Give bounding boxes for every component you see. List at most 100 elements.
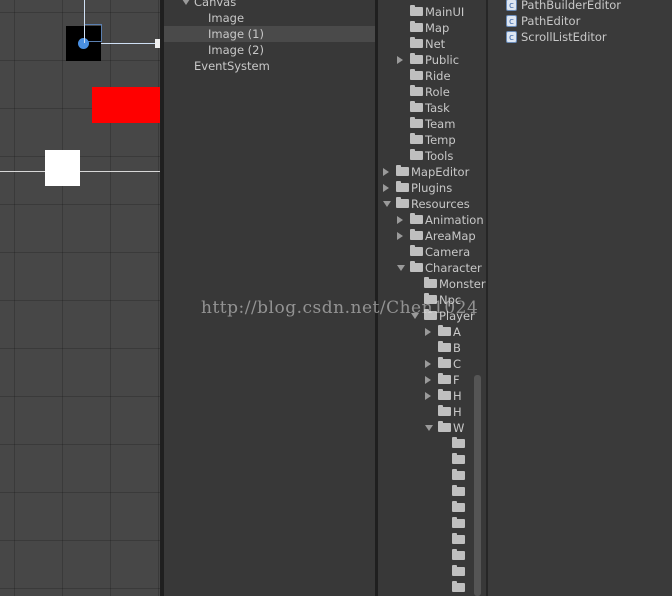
expand-arrow-icon[interactable] bbox=[425, 392, 431, 400]
anchor-line-h bbox=[101, 43, 158, 44]
folder-item[interactable]: Net bbox=[378, 36, 486, 52]
folder-item[interactable]: AreaMap bbox=[378, 228, 486, 244]
folder-item[interactable]: MapEditor bbox=[378, 164, 486, 180]
folder-item[interactable]: Camera bbox=[378, 244, 486, 260]
folder-item[interactable] bbox=[378, 580, 486, 596]
folder-icon bbox=[424, 277, 437, 288]
folder-item[interactable] bbox=[378, 532, 486, 548]
expand-arrow-icon[interactable] bbox=[383, 168, 389, 176]
asset-item[interactable]: ScrollListEditor bbox=[488, 29, 672, 46]
folder-icon bbox=[438, 421, 451, 432]
folder-item[interactable]: Tools bbox=[378, 148, 486, 164]
hierarchy-item-label: Image (2) bbox=[208, 43, 264, 57]
folder-item[interactable]: C bbox=[378, 356, 486, 372]
folder-label: Tools bbox=[425, 149, 454, 163]
folder-icon bbox=[452, 517, 465, 528]
hierarchy-item[interactable]: Canvas bbox=[164, 0, 375, 10]
folder-icon bbox=[410, 213, 423, 224]
folder-icon bbox=[424, 293, 437, 304]
expand-arrow-icon[interactable] bbox=[383, 184, 389, 192]
folder-item[interactable] bbox=[378, 468, 486, 484]
folder-icon bbox=[452, 565, 465, 576]
folder-icon bbox=[410, 229, 423, 240]
hierarchy-item-label: Image bbox=[208, 11, 245, 25]
folder-item[interactable]: Public bbox=[378, 52, 486, 68]
expand-arrow-icon[interactable] bbox=[397, 56, 403, 64]
folder-icon bbox=[410, 245, 423, 256]
expand-arrow-icon[interactable] bbox=[425, 376, 431, 384]
scene-view[interactable] bbox=[0, 0, 160, 596]
folder-item[interactable] bbox=[378, 436, 486, 452]
expand-arrow-icon[interactable] bbox=[425, 328, 431, 336]
image-white[interactable] bbox=[45, 150, 80, 186]
image-red[interactable] bbox=[92, 87, 160, 123]
folder-item[interactable]: Monster bbox=[378, 276, 486, 292]
folder-icon bbox=[452, 437, 465, 448]
folder-icon bbox=[396, 181, 409, 192]
folder-item[interactable]: A bbox=[378, 324, 486, 340]
folder-item[interactable]: Task bbox=[378, 100, 486, 116]
folder-item[interactable]: H bbox=[378, 404, 486, 420]
folder-label: Map bbox=[425, 21, 450, 35]
folder-item[interactable]: Map bbox=[378, 20, 486, 36]
folder-icon bbox=[410, 149, 423, 160]
folder-label: C bbox=[453, 357, 462, 371]
folder-item[interactable]: Npc bbox=[378, 292, 486, 308]
folder-item[interactable]: Plugins bbox=[378, 180, 486, 196]
folder-icon bbox=[438, 341, 451, 352]
folder-icon bbox=[438, 389, 451, 400]
asset-item[interactable]: PathEditor bbox=[488, 13, 672, 30]
hierarchy-item[interactable]: Image bbox=[164, 10, 375, 26]
folder-label: Ride bbox=[425, 69, 451, 83]
folder-icon bbox=[424, 309, 437, 320]
folder-label: W bbox=[453, 421, 465, 435]
hierarchy-item[interactable]: Image (1) bbox=[164, 26, 375, 42]
folder-icon bbox=[410, 101, 423, 112]
folder-label: Public bbox=[425, 53, 460, 67]
folder-icon bbox=[410, 53, 423, 64]
folder-item[interactable]: H bbox=[378, 388, 486, 404]
collapse-arrow-icon[interactable] bbox=[397, 265, 405, 271]
collapse-arrow-icon[interactable] bbox=[411, 313, 419, 319]
folder-item[interactable]: Resources bbox=[378, 196, 486, 212]
folder-item[interactable]: Ride bbox=[378, 68, 486, 84]
folder-item[interactable] bbox=[378, 452, 486, 468]
expand-arrow-icon[interactable] bbox=[397, 216, 403, 224]
expand-arrow-icon[interactable] bbox=[182, 0, 190, 5]
folder-label: Player bbox=[439, 309, 475, 323]
folder-icon bbox=[438, 373, 451, 384]
folder-icon bbox=[410, 133, 423, 144]
hierarchy-item[interactable]: Image (2) bbox=[164, 42, 375, 58]
folder-item[interactable]: Temp bbox=[378, 132, 486, 148]
folder-icon bbox=[410, 69, 423, 80]
folder-item[interactable] bbox=[378, 516, 486, 532]
folder-label: A bbox=[453, 325, 461, 339]
folder-item[interactable] bbox=[378, 564, 486, 580]
expand-arrow-icon[interactable] bbox=[397, 232, 403, 240]
expand-arrow-icon[interactable] bbox=[425, 360, 431, 368]
folder-item[interactable]: Role bbox=[378, 84, 486, 100]
hierarchy-item-label: Canvas bbox=[194, 0, 237, 9]
folder-item[interactable]: Character bbox=[378, 260, 486, 276]
folder-item[interactable]: B bbox=[378, 340, 486, 356]
folder-label: H bbox=[453, 405, 462, 419]
folder-item[interactable]: W bbox=[378, 420, 486, 436]
collapse-arrow-icon[interactable] bbox=[383, 201, 391, 207]
folder-item[interactable]: Player bbox=[378, 308, 486, 324]
asset-item[interactable]: PathBuilderEditor bbox=[488, 0, 672, 14]
folder-item[interactable] bbox=[378, 484, 486, 500]
folder-item[interactable] bbox=[378, 548, 486, 564]
scene-horizontal-line bbox=[0, 171, 160, 172]
folder-item[interactable]: Animation bbox=[378, 212, 486, 228]
folder-item[interactable]: F bbox=[378, 372, 486, 388]
folder-item[interactable]: MainUI bbox=[378, 4, 486, 20]
folder-icon bbox=[438, 357, 451, 368]
collapse-arrow-icon[interactable] bbox=[425, 425, 433, 431]
folder-item[interactable] bbox=[378, 500, 486, 516]
csharp-script-icon bbox=[506, 0, 517, 14]
csharp-script-icon bbox=[506, 30, 517, 46]
folder-label: F bbox=[453, 373, 460, 387]
folder-item[interactable]: Team bbox=[378, 116, 486, 132]
hierarchy-panel: Canvas Image Image (1) Image (2) EventSystem bbox=[164, 0, 375, 596]
hierarchy-item[interactable]: EventSystem bbox=[164, 58, 375, 74]
